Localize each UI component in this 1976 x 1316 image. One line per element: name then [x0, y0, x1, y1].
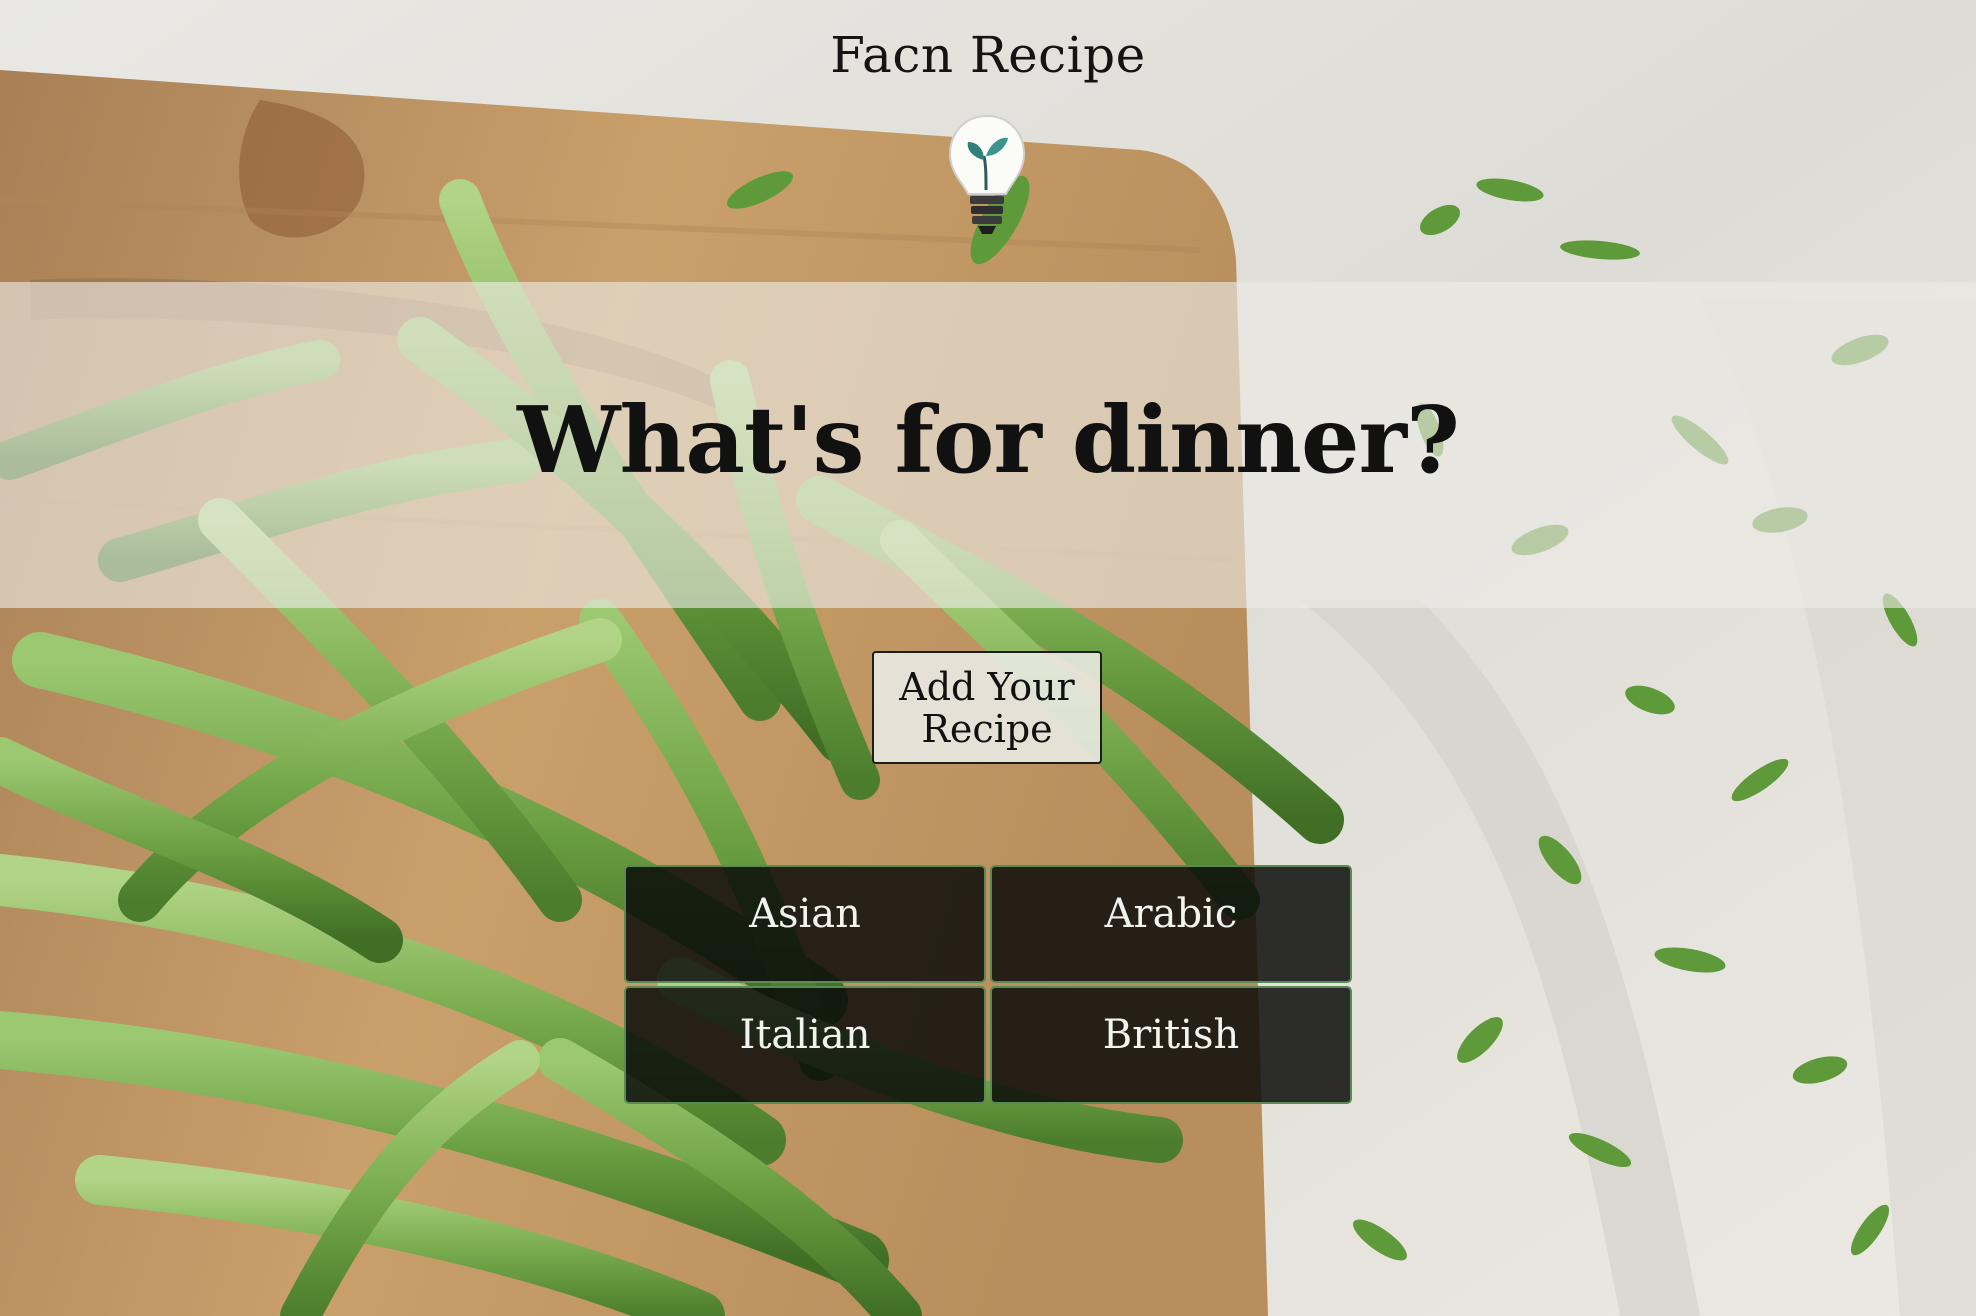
add-recipe-button[interactable]: Add Your Recipe	[872, 651, 1102, 764]
cuisine-grid: Asian Arabic Italian British	[624, 865, 1352, 1105]
lightbulb-sprout-icon	[948, 114, 1026, 234]
cuisine-british-button[interactable]: British	[990, 986, 1352, 1104]
cuisine-asian-button[interactable]: Asian	[624, 865, 986, 983]
page: Facn Recipe What's for dinner? Add Your …	[0, 0, 1976, 1316]
site-title: Facn Recipe	[830, 26, 1146, 84]
cuisine-italian-button[interactable]: Italian	[624, 986, 986, 1104]
cuisine-arabic-button[interactable]: Arabic	[990, 865, 1352, 983]
hero-title: What's for dinner?	[517, 386, 1460, 494]
